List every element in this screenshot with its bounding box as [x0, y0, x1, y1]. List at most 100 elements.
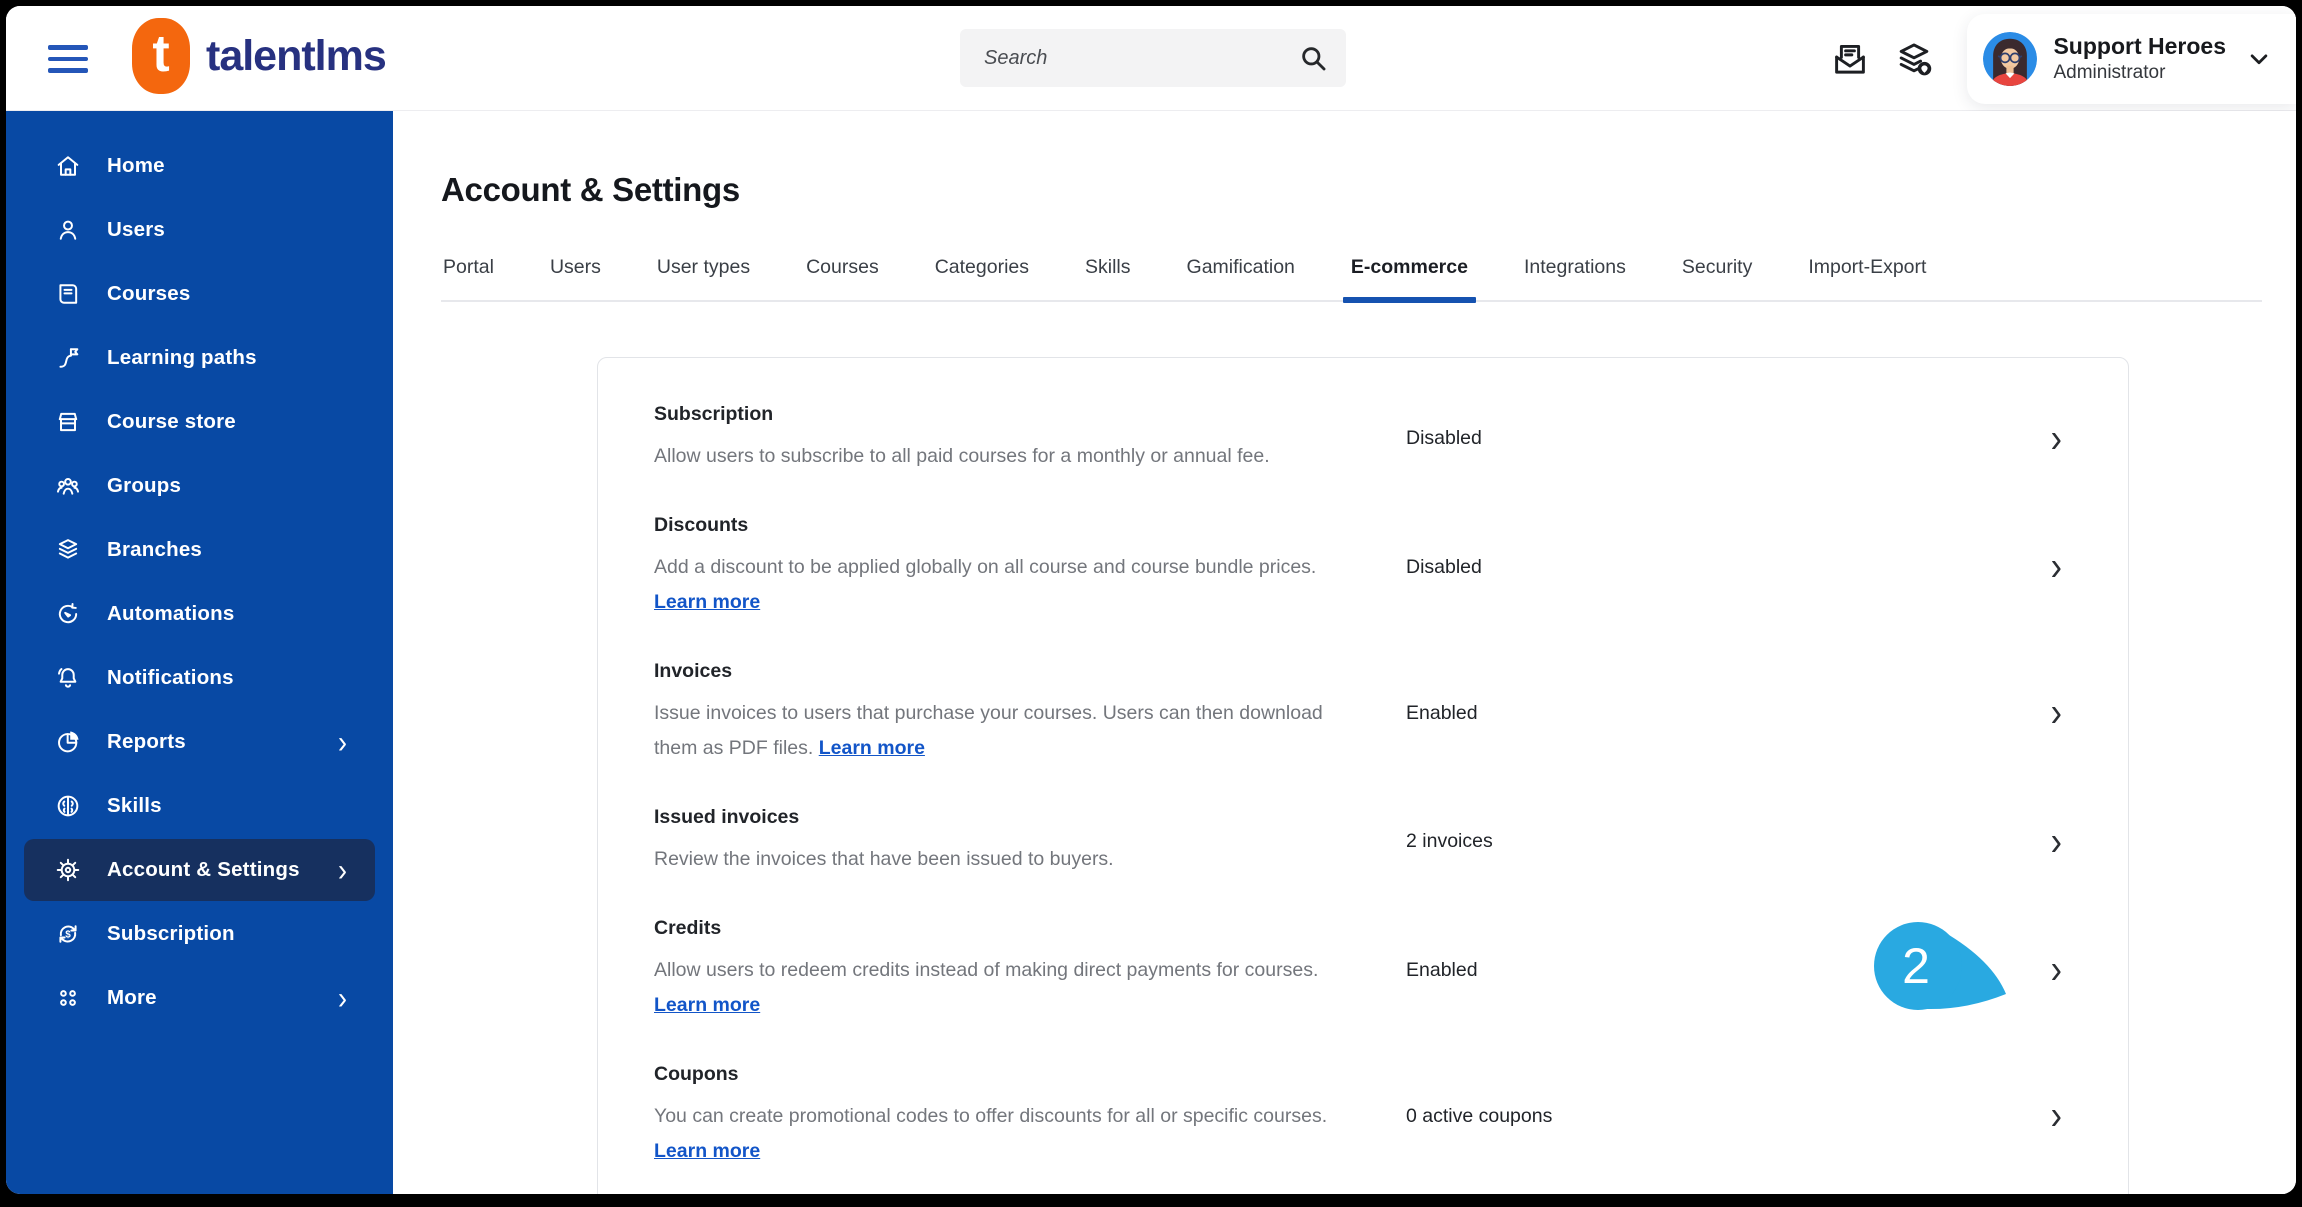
tab-e-commerce[interactable]: E-commerce	[1342, 256, 1477, 303]
setting-description: Issue invoices to users that purchase yo…	[654, 702, 1323, 759]
tab-portal[interactable]: Portal	[441, 256, 496, 300]
tab-skills[interactable]: Skills	[1083, 256, 1133, 300]
setting-title: Discounts	[654, 514, 749, 536]
sidebar-item-label: Skills	[107, 794, 162, 817]
chevron-right-icon[interactable]: ›	[2051, 1096, 2064, 1137]
settings-row-credits[interactable]: Credits Allow users to redeem credits ins…	[654, 917, 2064, 1023]
settings-row-subscription[interactable]: Subscription Allow users to subscribe to …	[654, 403, 2064, 474]
settings-row-issued-invoices[interactable]: Issued invoices Review the invoices that …	[654, 806, 2064, 877]
chevron-right-icon: ›	[338, 852, 347, 887]
sidebar-item-reports[interactable]: Reports ›	[24, 711, 375, 773]
hamburger-bar	[48, 68, 88, 73]
hamburger-bar	[48, 45, 88, 50]
sidebar-item-label: Course store	[107, 410, 236, 433]
learn-more-link[interactable]: Learn more	[654, 994, 760, 1016]
screenshot-frame: t talentlms Search Support Heroes Admini…	[0, 0, 2302, 1207]
subscription-icon: $	[54, 920, 82, 948]
gear-icon	[54, 856, 82, 884]
branches-icon	[54, 536, 82, 564]
sidebar-item-branches[interactable]: Branches	[24, 519, 375, 581]
setting-text: Credits Allow users to redeem credits ins…	[654, 917, 1334, 1023]
settings-row-invoices[interactable]: Invoices Issue invoices to users that pur…	[654, 660, 2064, 766]
inbox-icon[interactable]	[1828, 38, 1872, 82]
users-icon	[54, 216, 82, 244]
brand[interactable]: t talentlms	[132, 18, 387, 94]
sidebar: Home Users Courses Learning paths Course sto…	[6, 111, 393, 1194]
notifications-icon	[54, 664, 82, 692]
settings-row-discounts[interactable]: Discounts Add a discount to be applied gl…	[654, 514, 2064, 620]
setting-title: Invoices	[654, 660, 733, 682]
sidebar-item-skills[interactable]: Skills	[24, 775, 375, 837]
course-store-icon	[54, 408, 82, 436]
chevron-right-icon[interactable]: ›	[2051, 821, 2064, 862]
brand-logo-icon: t	[132, 18, 190, 94]
chevron-right-icon[interactable]: ›	[2051, 547, 2064, 588]
chevron-right-icon: ›	[338, 724, 347, 759]
setting-text: Coupons You can create promotional codes …	[654, 1063, 1334, 1169]
sidebar-item-account-settings[interactable]: Account & Settings ›	[24, 839, 375, 901]
tab-courses[interactable]: Courses	[804, 256, 881, 300]
sidebar-item-label: Users	[107, 218, 165, 241]
setting-title: Subscription	[654, 403, 774, 425]
tab-import-export[interactable]: Import-Export	[1806, 256, 1928, 300]
chevron-right-icon[interactable]: ›	[2051, 693, 2064, 734]
learn-more-link[interactable]: Learn more	[654, 1140, 760, 1162]
sidebar-item-users[interactable]: Users	[24, 199, 375, 261]
sidebar-item-label: Courses	[107, 282, 191, 305]
more-icon	[54, 984, 82, 1012]
learn-more-link[interactable]: Learn more	[654, 591, 760, 613]
tab-user-types[interactable]: User types	[655, 256, 752, 300]
chevron-down-icon[interactable]	[2226, 44, 2274, 74]
tab-categories[interactable]: Categories	[933, 256, 1031, 300]
setting-value: Disabled	[1406, 427, 1482, 449]
sidebar-item-automations[interactable]: Automations	[24, 583, 375, 645]
setting-value: Disabled	[1406, 555, 1482, 578]
home-icon	[54, 152, 82, 180]
settings-card: Subscription Allow users to subscribe to …	[597, 357, 2129, 1194]
setting-description: You can create promotional codes to offe…	[654, 1105, 1328, 1162]
sidebar-item-course-store[interactable]: Course store	[24, 391, 375, 453]
sidebar-item-subscription[interactable]: $ Subscription	[24, 903, 375, 965]
sidebar-item-courses[interactable]: Courses	[24, 263, 375, 325]
sidebar-item-notifications[interactable]: Notifications	[24, 647, 375, 709]
setting-title: Issued invoices	[654, 806, 800, 828]
user-menu[interactable]: Support Heroes Administrator	[1967, 14, 2296, 104]
tab-users[interactable]: Users	[548, 256, 603, 300]
search-icon[interactable]	[1296, 41, 1330, 75]
tab-integrations[interactable]: Integrations	[1522, 256, 1628, 300]
settings-row-coupons[interactable]: Coupons You can create promotional codes …	[654, 1063, 2064, 1169]
chevron-right-icon: ›	[338, 980, 347, 1015]
search-input[interactable]	[982, 45, 1296, 71]
automations-icon	[54, 600, 82, 628]
tab-security[interactable]: Security	[1680, 256, 1754, 300]
sidebar-item-more[interactable]: More ›	[24, 967, 375, 1029]
app-window: t talentlms Search Support Heroes Admini…	[6, 6, 2296, 1194]
sidebar-item-home[interactable]: Home	[24, 135, 375, 197]
sidebar-item-learning-paths[interactable]: Learning paths	[24, 327, 375, 389]
setting-value: 0 active coupons	[1406, 1104, 1553, 1127]
setting-description: Allow users to redeem credits instead of…	[654, 959, 1319, 1016]
user-info: Support Heroes Administrator	[2053, 33, 2226, 85]
setting-text: Issued invoices Review the invoices that …	[654, 806, 1334, 877]
hamburger-bar	[48, 56, 88, 62]
chevron-right-icon[interactable]: ›	[2051, 950, 2064, 991]
brand-wordmark: talentlms	[206, 31, 387, 80]
sidebar-item-label: Automations	[107, 602, 235, 625]
sidebar-item-groups[interactable]: Groups	[24, 455, 375, 517]
main-content: Account & Settings Portal Users User types…	[393, 111, 2296, 1194]
tab-gamification[interactable]: Gamification	[1185, 256, 1297, 300]
user-name: Support Heroes	[2053, 32, 2226, 59]
layers-pin-icon[interactable]	[1892, 38, 1936, 82]
setting-value: Enabled	[1406, 958, 1478, 981]
avatar	[1983, 32, 2038, 86]
skills-icon	[54, 792, 82, 820]
learn-more-link[interactable]: Learn more	[819, 737, 925, 759]
courses-icon	[54, 280, 82, 308]
svg-text:$: $	[65, 930, 71, 941]
brand-logo-letter: t	[152, 25, 170, 83]
hamburger-menu-button[interactable]	[48, 39, 92, 79]
tab-bar: Portal Users User types Courses Categories Sk…	[441, 256, 2262, 303]
search-box	[960, 29, 1346, 87]
sidebar-item-label: Reports	[107, 730, 186, 753]
chevron-right-icon[interactable]: ›	[2051, 418, 2064, 459]
